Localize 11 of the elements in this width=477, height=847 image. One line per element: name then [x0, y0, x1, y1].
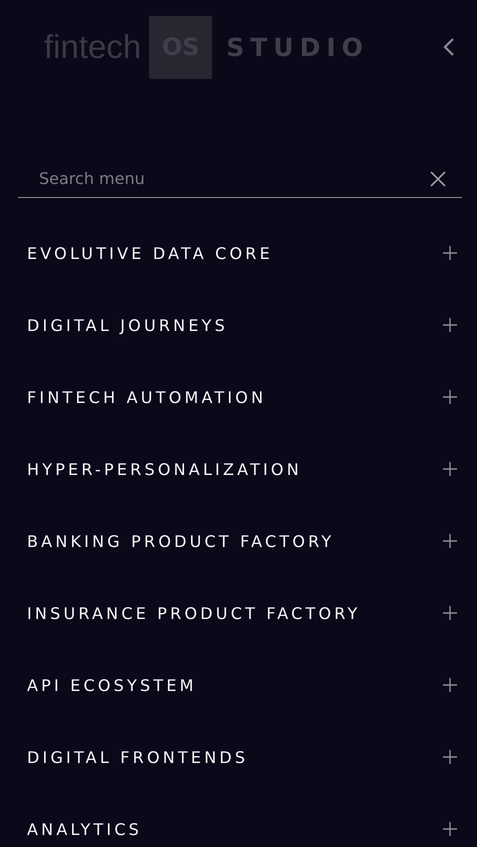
menu-item[interactable]: INSURANCE PRODUCT FACTORY — [0, 577, 477, 649]
menu-item[interactable]: DIGITAL JOURNEYS — [0, 289, 477, 361]
menu-item[interactable]: FINTECH AUTOMATION — [0, 361, 477, 433]
menu-item[interactable]: DIGITAL FRONTENDS — [0, 721, 477, 793]
menu-item[interactable]: API ECOSYSTEM — [0, 649, 477, 721]
menu-item[interactable]: ANALYTICS — [0, 793, 477, 847]
search-field[interactable]: Search menu — [18, 160, 430, 197]
menu-item[interactable]: HYPER-PERSONALIZATION — [0, 433, 477, 505]
chevron-left-icon — [443, 37, 455, 57]
menu-item[interactable]: BANKING PRODUCT FACTORY — [0, 505, 477, 577]
menu-item[interactable]: EVOLUTIVE DATA CORE — [0, 217, 477, 289]
